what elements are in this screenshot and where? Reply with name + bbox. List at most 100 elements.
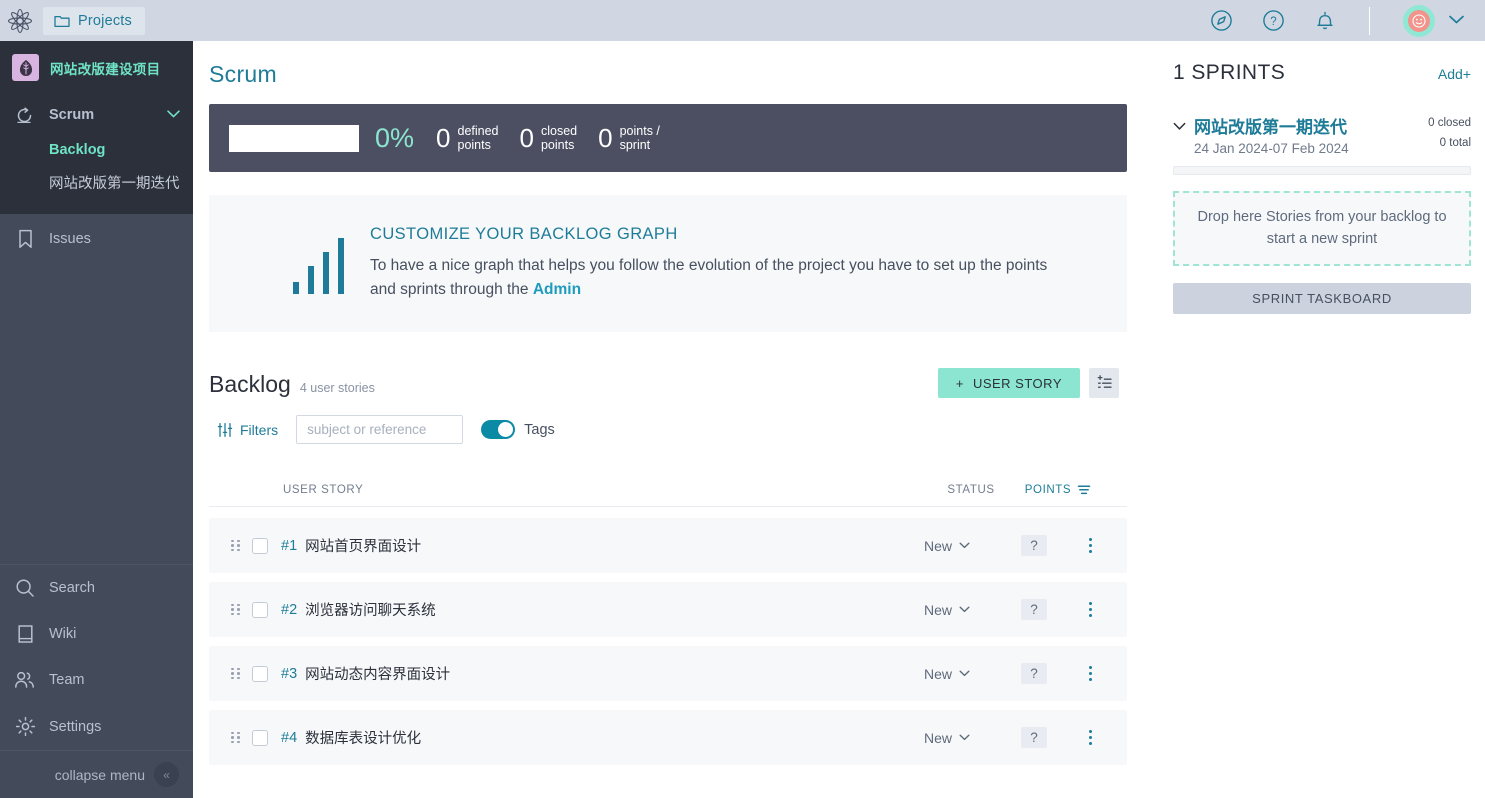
sidebar-item-search-label: Search (49, 580, 95, 596)
status-dropdown[interactable]: New (899, 730, 995, 746)
admin-link[interactable]: Admin (533, 281, 581, 298)
sprint-total-count: 0 total (1439, 137, 1471, 150)
status-dropdown[interactable]: New (899, 538, 995, 554)
row-actions: New ? (899, 535, 1105, 556)
story-reference[interactable]: #4 (281, 730, 297, 746)
status-dropdown[interactable]: New (899, 602, 995, 618)
sprint-progress-bar (1173, 166, 1471, 175)
table-row[interactable]: #3 网站动态内容界面设计 New ? (209, 646, 1127, 701)
story-subject[interactable]: 浏览器访问聊天系统 (305, 599, 436, 620)
points-cell: ? (995, 599, 1073, 620)
points-value[interactable]: ? (1021, 727, 1047, 748)
chevron-down-icon (959, 670, 970, 677)
user-menu-chevron-down-icon[interactable] (1448, 12, 1465, 30)
projects-button[interactable]: Projects (43, 6, 145, 35)
avatar-face-icon (1408, 9, 1430, 32)
sidebar-item-team-label: Team (49, 672, 85, 688)
backlog-search-box[interactable] (296, 415, 485, 444)
search-icon (14, 578, 36, 598)
points-value[interactable]: ? (1021, 599, 1047, 620)
filters-button[interactable]: Filters (209, 417, 286, 443)
drag-handle-icon[interactable] (231, 731, 240, 744)
points-value[interactable]: ? (1021, 663, 1047, 684)
points-cell: ? (995, 663, 1073, 684)
project-stats-bar: 0% 0 defined points 0 closed points 0 poin… (209, 104, 1127, 172)
sidebar-bottom-nav: Search Wiki Team Settings (0, 564, 193, 750)
story-subject[interactable]: 数据库表设计优化 (305, 727, 421, 748)
story-subject[interactable]: 网站首页界面设计 (305, 535, 421, 556)
row-menu-kebab-icon[interactable] (1075, 538, 1105, 553)
scrum-chevron-down-icon[interactable] (166, 106, 181, 124)
plus-icon: + (955, 375, 964, 391)
collapse-menu-button[interactable]: collapse menu « (0, 750, 193, 798)
column-header-points-label: POINTS (1024, 484, 1072, 496)
story-reference[interactable]: #1 (281, 538, 297, 554)
notifications-bell-icon[interactable] (1314, 9, 1336, 32)
tags-toggle[interactable] (481, 420, 516, 439)
collapse-menu-label: collapse menu (54, 766, 145, 783)
row-menu-kebab-icon[interactable] (1075, 666, 1105, 681)
add-user-story-label: USER STORY (972, 375, 1062, 391)
backlog-header-actions: + USER STORY (937, 368, 1119, 398)
sidebar-item-scrum-label: Scrum (49, 107, 95, 123)
row-menu-kebab-icon[interactable] (1075, 730, 1105, 745)
table-row[interactable]: #4 数据库表设计优化 New ? (209, 710, 1127, 765)
row-checkbox[interactable] (252, 601, 268, 618)
table-row[interactable]: #1 网站首页界面设计 New ? (209, 518, 1127, 573)
wiki-book-icon (14, 624, 36, 644)
sprint-chevron-down-icon[interactable] (1173, 118, 1186, 136)
stat-defined-points-label: defined points (457, 123, 499, 152)
column-header-status: STATUS (947, 484, 995, 496)
search-input[interactable] (307, 422, 485, 437)
sprint-name[interactable]: 网站改版第一期迭代 (1194, 113, 1349, 138)
add-multiple-stories-button[interactable] (1089, 368, 1119, 398)
banner-body-text: To have a nice graph that helps you foll… (370, 257, 1048, 298)
banner-body: To have a nice graph that helps you foll… (370, 254, 1070, 301)
taiga-star-logo[interactable] (0, 0, 40, 41)
row-menu-kebab-icon[interactable] (1075, 602, 1105, 617)
sprint-taskboard-button[interactable]: SPRINT TASKBOARD (1173, 283, 1471, 314)
sprint-dropzone[interactable]: Drop here Stories from your backlog to s… (1173, 191, 1471, 266)
story-reference[interactable]: #2 (281, 602, 297, 618)
project-avatar-icon (12, 54, 39, 81)
tags-toggle-group: Tags (481, 420, 555, 439)
sidebar-item-wiki-label: Wiki (49, 626, 77, 642)
row-checkbox[interactable] (252, 537, 268, 554)
compass-icon[interactable] (1210, 9, 1233, 32)
drag-handle-icon[interactable] (231, 667, 240, 680)
user-avatar[interactable] (1403, 4, 1435, 37)
sidebar-item-sprint[interactable]: 网站改版第一期迭代 (0, 165, 193, 200)
issues-nav-block: Issues (0, 214, 193, 264)
sidebar-item-wiki[interactable]: Wiki (0, 611, 193, 657)
row-checkbox[interactable] (252, 665, 268, 682)
drag-handle-icon[interactable] (231, 539, 240, 552)
points-value[interactable]: ? (1021, 535, 1047, 556)
status-dropdown[interactable]: New (899, 666, 995, 682)
story-reference[interactable]: #3 (281, 666, 297, 682)
sidebar-item-scrum[interactable]: Scrum (0, 95, 193, 135)
drag-handle-icon[interactable] (231, 603, 240, 616)
stats-progress-percent: 0% (375, 122, 415, 153)
help-icon[interactable]: ? (1262, 9, 1285, 32)
row-checkbox[interactable] (252, 729, 268, 746)
scrum-subnav: Backlog 网站改版第一期迭代 (0, 135, 193, 214)
add-sprint-button[interactable]: Add+ (1438, 66, 1471, 82)
backlog-title: Backlog (209, 371, 291, 397)
table-row[interactable]: #2 浏览器访问聊天系统 New ? (209, 582, 1127, 637)
sprint-dates: 24 Jan 2024-07 Feb 2024 (1194, 141, 1349, 156)
bar-chart-icon (293, 234, 344, 294)
sidebar-item-backlog[interactable]: Backlog (0, 135, 193, 165)
sidebar-item-search[interactable]: Search (0, 565, 193, 611)
add-user-story-button[interactable]: + USER STORY (937, 368, 1080, 398)
sidebar-item-settings[interactable]: Settings (0, 703, 193, 750)
backlog-story-count: 4 user stories (299, 381, 375, 395)
sidebar-item-team[interactable]: Team (0, 657, 193, 703)
project-header[interactable]: 网站改版建设项目 (0, 41, 193, 95)
chevron-down-icon (959, 542, 970, 549)
story-subject[interactable]: 网站动态内容界面设计 (305, 663, 450, 684)
sidebar-item-issues[interactable]: Issues (0, 214, 193, 264)
column-header-points[interactable]: POINTS (1019, 484, 1097, 496)
banner-text: CUSTOMIZE YOUR BACKLOG GRAPH To have a n… (370, 225, 1070, 301)
add-multiple-icon (1097, 375, 1112, 388)
sprints-panel: 1 SPRINTS Add+ 网站改版第一期迭代 24 Jan 2024-07 … (1159, 41, 1485, 798)
